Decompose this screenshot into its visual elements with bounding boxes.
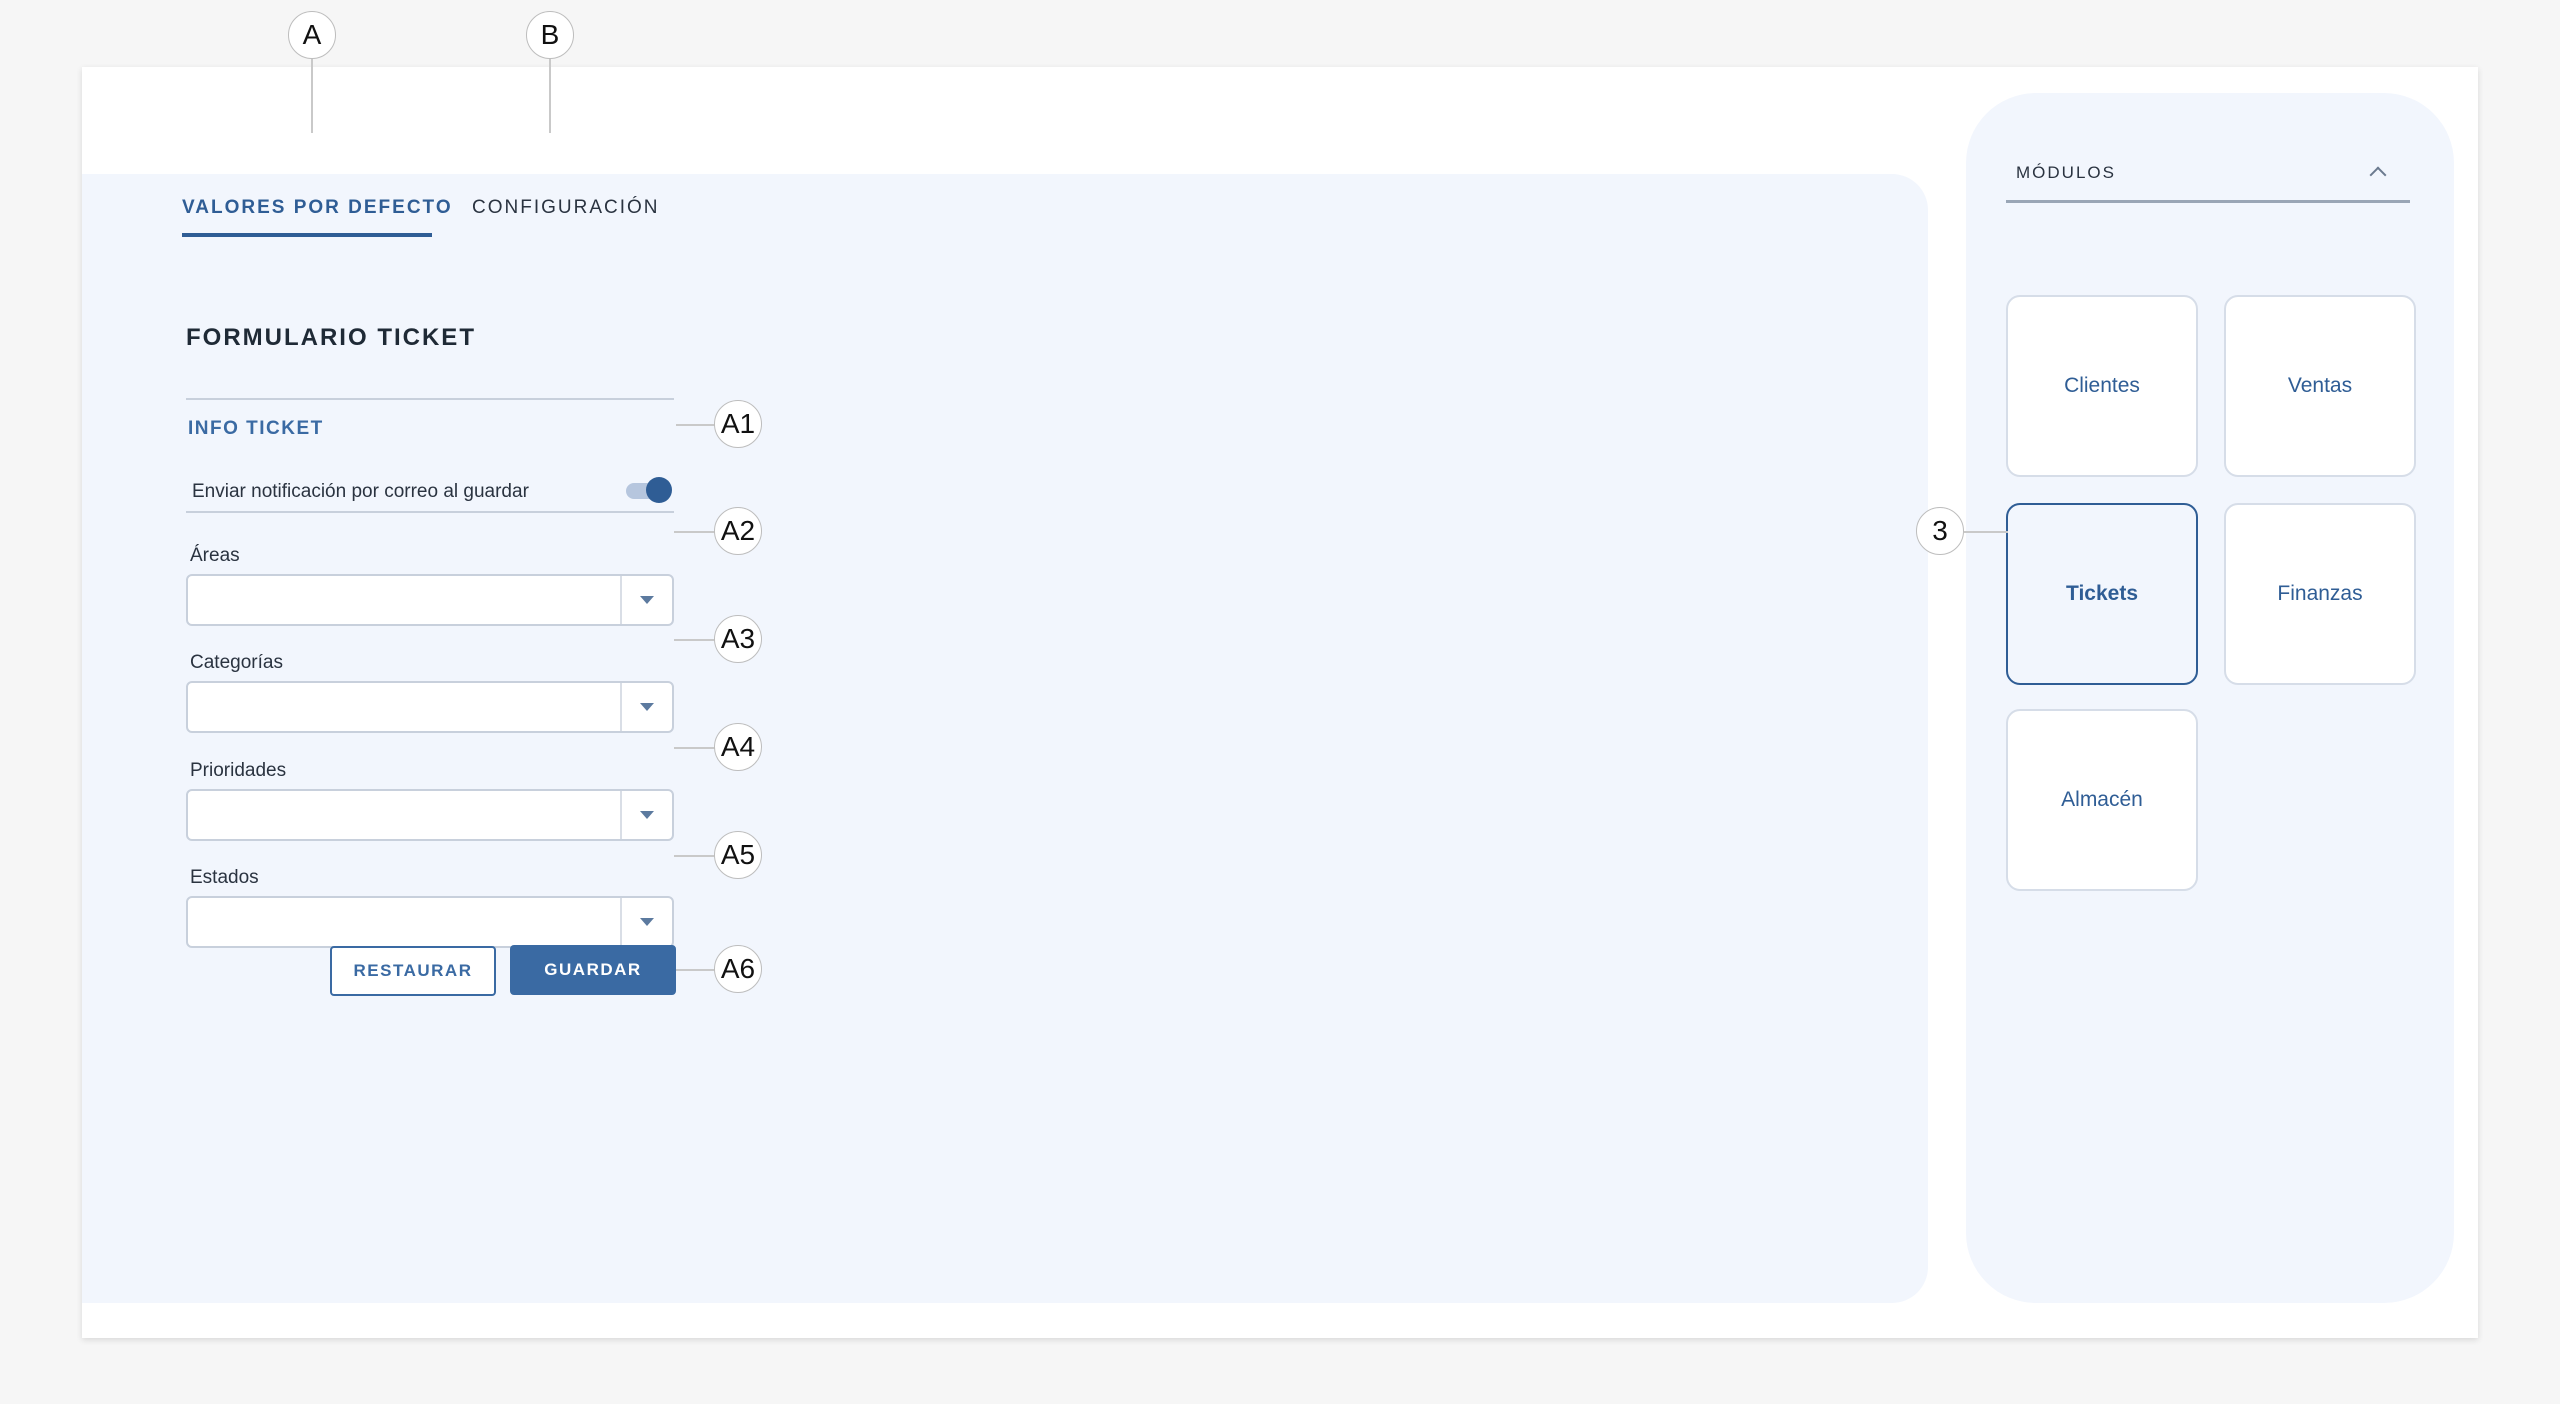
callout-leader — [311, 59, 313, 133]
callout-a: A — [288, 11, 336, 59]
chevron-up-icon[interactable] — [2369, 166, 2387, 184]
app-window: FORMULARIO TICKET INFO TICKET Enviar not… — [82, 67, 2478, 1338]
form-title: FORMULARIO TICKET — [186, 324, 476, 351]
active-tab-indicator — [182, 233, 432, 237]
callout-leader — [674, 855, 716, 857]
select-divider — [620, 791, 622, 839]
notify-toggle[interactable] — [626, 477, 672, 503]
caret-down-icon[interactable] — [640, 703, 654, 711]
caret-down-icon[interactable] — [640, 596, 654, 604]
module-card-finanzas[interactable]: Finanzas — [2224, 503, 2416, 685]
notify-label: Enviar notificación por correo al guarda… — [192, 481, 529, 502]
toggle-knob — [646, 477, 672, 503]
save-button[interactable]: GUARDAR — [510, 945, 676, 995]
restore-button[interactable]: RESTAURAR — [330, 946, 496, 996]
prioridades-label: Prioridades — [190, 760, 287, 781]
callout-leader — [549, 59, 551, 133]
select-divider — [620, 898, 622, 946]
caret-down-icon[interactable] — [640, 918, 654, 926]
estados-select[interactable] — [186, 896, 674, 948]
notify-row: Enviar notificación por correo al guarda… — [186, 471, 674, 513]
estados-label: Estados — [190, 867, 259, 888]
callout-a1: A1 — [714, 400, 762, 448]
tab-valores-por-defecto[interactable]: VALORES POR DEFECTO — [182, 129, 453, 241]
select-divider — [620, 576, 622, 624]
callout-3: 3 — [1916, 507, 1964, 555]
callout-leader — [1964, 531, 2008, 533]
areas-select[interactable] — [186, 574, 674, 626]
modules-title: MÓDULOS — [2016, 163, 2116, 182]
callout-leader — [676, 969, 716, 971]
modules-header[interactable]: MÓDULOS — [2006, 143, 2410, 203]
module-card-tickets[interactable]: Tickets — [2006, 503, 2198, 685]
areas-label: Áreas — [190, 545, 240, 566]
callout-leader — [674, 747, 716, 749]
form-divider — [186, 398, 674, 400]
callout-leader — [676, 424, 716, 426]
callout-b: B — [526, 11, 574, 59]
caret-down-icon[interactable] — [640, 811, 654, 819]
module-card-clientes[interactable]: Clientes — [2006, 295, 2198, 477]
callout-a6: A6 — [714, 945, 762, 993]
tab-configuracion[interactable]: CONFIGURACIÓN — [472, 129, 660, 241]
callout-a2: A2 — [714, 507, 762, 555]
modules-panel: MÓDULOS Clientes Ventas Tickets Finanzas… — [1966, 93, 2454, 1303]
callout-leader — [674, 639, 716, 641]
prioridades-select[interactable] — [186, 789, 674, 841]
categorias-label: Categorías — [190, 652, 283, 673]
callout-a4: A4 — [714, 723, 762, 771]
categorias-select[interactable] — [186, 681, 674, 733]
select-divider — [620, 683, 622, 731]
callout-a5: A5 — [714, 831, 762, 879]
form-panel: FORMULARIO TICKET INFO TICKET Enviar not… — [82, 174, 1928, 1303]
module-card-ventas[interactable]: Ventas — [2224, 295, 2416, 477]
callout-leader — [674, 531, 716, 533]
callout-a3: A3 — [714, 615, 762, 663]
module-card-almacen[interactable]: Almacén — [2006, 709, 2198, 891]
section-title: INFO TICKET — [188, 418, 324, 439]
